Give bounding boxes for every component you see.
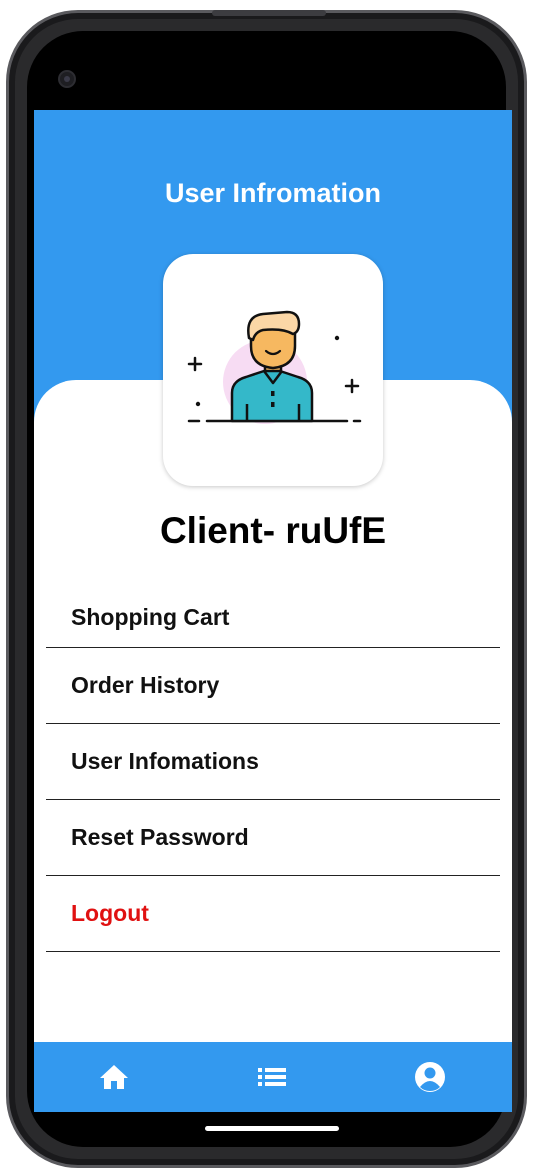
profile-menu: Shopping Cart Order History User Infomat… bbox=[46, 584, 500, 952]
client-name: Client- ruUfE bbox=[159, 510, 387, 551]
nav-home-button[interactable] bbox=[96, 1059, 132, 1095]
menu-item-label: Order History bbox=[71, 672, 220, 698]
menu-item-reset-password[interactable]: Reset Password bbox=[46, 800, 500, 876]
menu-item-logout[interactable]: Logout bbox=[46, 876, 500, 952]
app-screen: User Infromation Client- ruUfE Shopping … bbox=[34, 110, 512, 1112]
account-circle-icon bbox=[415, 1062, 445, 1092]
avatar bbox=[163, 254, 383, 486]
menu-item-label: User Infomations bbox=[71, 748, 259, 774]
front-camera bbox=[58, 70, 76, 88]
home-indicator[interactable] bbox=[205, 1126, 339, 1131]
menu-item-label: Shopping Cart bbox=[71, 604, 230, 630]
menu-item-order-history[interactable]: Order History bbox=[46, 648, 500, 724]
menu-item-user-informations[interactable]: User Infomations bbox=[46, 724, 500, 800]
home-icon bbox=[100, 1065, 128, 1089]
speaker-slot bbox=[212, 10, 326, 16]
menu-item-shopping-cart[interactable]: Shopping Cart bbox=[46, 584, 500, 648]
page-title: User Infromation bbox=[164, 178, 382, 208]
menu-item-label: Logout bbox=[71, 900, 149, 926]
nav-account-button[interactable] bbox=[412, 1059, 448, 1095]
bottom-navigation bbox=[34, 1042, 512, 1112]
list-icon bbox=[258, 1068, 286, 1086]
nav-list-button[interactable] bbox=[254, 1059, 290, 1095]
user-avatar-icon bbox=[187, 310, 362, 424]
menu-item-label: Reset Password bbox=[71, 824, 249, 850]
